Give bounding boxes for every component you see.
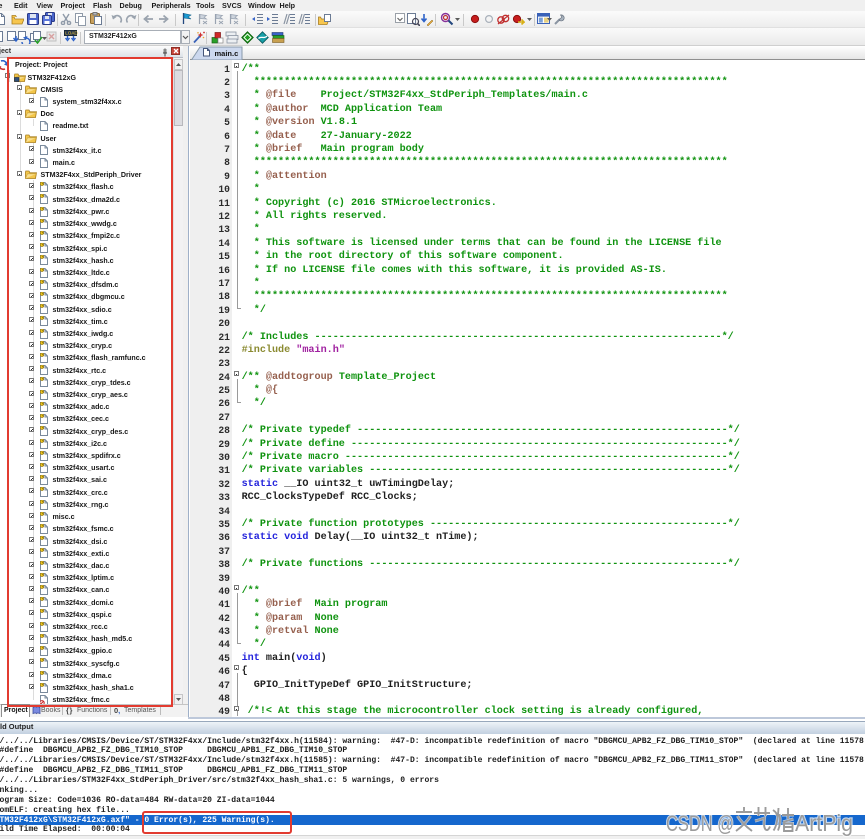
svg-text:LOAD: LOAD [65,31,78,36]
